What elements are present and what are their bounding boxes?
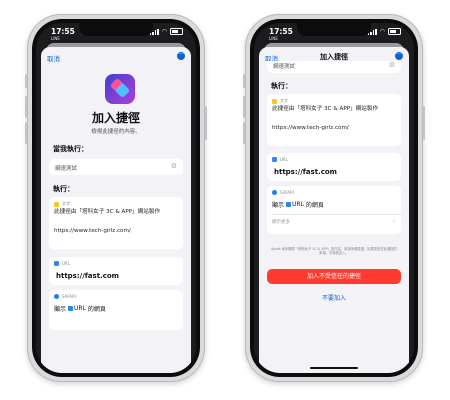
text-action-body: 此捷徑由「塔科女子 3C & APP」網站製作: [54, 209, 161, 215]
url-variable-chip[interactable]: URL: [286, 201, 304, 208]
more-icon[interactable]: ···: [395, 52, 403, 60]
safari-action-tag: SAFARI: [272, 190, 294, 195]
phone-right: 17:55 LINE ◠ 取消 加入捷徑 ··· 網速測試 ⚙ 執行： 文字 此…: [243, 14, 425, 382]
show-suffix: 的網頁: [87, 306, 106, 313]
run-label: 執行：: [53, 185, 74, 193]
show-more-button[interactable]: 顯示更多: [272, 219, 290, 225]
phone-left: 17:55 LINE ◠ 取消 ··· 加入捷徑 檢視此捷徑的內容。 當我執行：…: [25, 14, 207, 382]
more-icon[interactable]: ···: [177, 52, 185, 60]
battery-icon: [388, 28, 401, 35]
home-indicator: [310, 367, 358, 369]
show-suffix: 的網頁: [305, 202, 324, 209]
gear-icon[interactable]: ⚙: [389, 61, 395, 69]
text-action-card[interactable]: 文字 此捷徑由「塔科女子 3C & APP」網站製作 https://www.t…: [267, 94, 401, 146]
page-subtitle: 檢視此捷徑的內容。: [91, 129, 141, 135]
shortcuts-app-icon: [105, 74, 135, 104]
safari-icon: [272, 190, 277, 195]
add-shortcut-sheet: 取消 加入捷徑 ··· 網速測試 ⚙ 執行： 文字 此捷徑由「塔科女子 3C &…: [259, 47, 409, 373]
status-carrier: LINE: [51, 36, 60, 41]
status-icons: ◠: [367, 27, 401, 35]
phone-power-button: [205, 106, 207, 140]
dont-add-button[interactable]: 不要加入: [259, 293, 409, 302]
notch: [79, 23, 153, 36]
cancel-button[interactable]: 取消: [47, 53, 60, 63]
gear-icon[interactable]: ⚙: [171, 162, 177, 170]
phone-power-button: [423, 106, 425, 140]
phone-volume-up: [243, 96, 245, 118]
sheet-topbar: 取消 ···: [41, 47, 191, 63]
shortcut-name-field[interactable]: 網速測試 ⚙: [267, 61, 401, 73]
show-prefix: 顯示: [54, 306, 67, 313]
phone-side-button: [243, 74, 245, 88]
phone-side-button: [25, 74, 27, 88]
shortcut-name-value: 網速測試: [273, 64, 296, 70]
status-time: 17:55: [51, 27, 75, 36]
text-action-card[interactable]: 文字 此捷徑由「塔科女子 3C & APP」網站製作 https://www.t…: [49, 197, 183, 249]
show-prefix: 顯示: [272, 202, 285, 209]
url-value: https://fast.com: [56, 272, 119, 280]
show-webpage-row: 顯示 URL 的網頁: [54, 304, 106, 313]
text-action-tag: 文字: [54, 201, 70, 207]
show-webpage-row: 顯示 URL 的網頁: [272, 200, 324, 209]
url-value: https://fast.com: [274, 168, 337, 176]
phone-volume-up: [25, 96, 27, 118]
when-run-label: 當我執行：: [53, 145, 88, 153]
safari-action-card[interactable]: SAFARI 顯示 URL 的網頁: [49, 290, 183, 330]
url-action-card[interactable]: URL https://fast.com: [267, 153, 401, 181]
safari-action-tag: SAFARI: [54, 294, 76, 299]
chevron-right-icon: ›: [392, 218, 395, 225]
screen-left: 17:55 LINE ◠ 取消 ··· 加入捷徑 檢視此捷徑的內容。 當我執行：…: [36, 23, 196, 373]
status-time: 17:55: [269, 27, 293, 36]
shortcut-name-field[interactable]: 網速測試 ⚙: [49, 159, 183, 175]
url-variable-chip[interactable]: URL: [68, 305, 86, 312]
text-action-tag: 文字: [272, 98, 288, 104]
phone-volume-down: [243, 122, 245, 144]
wifi-icon: ◠: [161, 27, 167, 35]
status-carrier: LINE: [269, 36, 278, 41]
phone-bezel: 17:55 LINE ◠ 取消 加入捷徑 ··· 網速測試 ⚙ 執行： 文字 此…: [250, 19, 418, 377]
untrusted-notice: Apple 尚未審閱「塔科女子 3C & APP」的內容，來源未經驗證。如果您信…: [271, 247, 397, 256]
page-title: 加入捷徑: [91, 111, 140, 125]
text-action-body: 此捷徑由「塔科女子 3C & APP」網站製作: [272, 106, 379, 112]
url-action-card[interactable]: URL https://fast.com: [49, 257, 183, 285]
url-action-tag: URL: [54, 261, 70, 266]
battery-icon: [170, 28, 183, 35]
text-action-url: https://www.tech-girlz.com/: [272, 125, 349, 131]
url-action-tag: URL: [272, 157, 288, 162]
notch: [297, 23, 371, 36]
phone-bezel: 17:55 LINE ◠ 取消 ··· 加入捷徑 檢視此捷徑的內容。 當我執行：…: [32, 19, 200, 377]
shortcut-name-value: 網速測試: [55, 166, 78, 172]
screen-right: 17:55 LINE ◠ 取消 加入捷徑 ··· 網速測試 ⚙ 執行： 文字 此…: [254, 23, 414, 373]
safari-action-card[interactable]: SAFARI 顯示 URL 的網頁 顯示更多 ›: [267, 186, 401, 234]
phone-volume-down: [25, 122, 27, 144]
divider: [272, 214, 401, 215]
text-icon: [54, 201, 59, 207]
text-action-url: https://www.tech-girlz.com/: [54, 228, 131, 234]
run-label: 執行：: [271, 82, 292, 90]
link-icon: [54, 261, 59, 266]
add-untrusted-shortcut-button[interactable]: 加入不受信任的捷徑: [267, 269, 401, 284]
link-icon: [272, 157, 277, 162]
sheet-topbar: 取消 加入捷徑 ···: [259, 47, 409, 63]
status-icons: ◠: [149, 27, 183, 35]
wifi-icon: ◠: [379, 27, 385, 35]
safari-icon: [54, 294, 59, 299]
text-icon: [272, 98, 277, 104]
add-shortcut-sheet: 取消 ··· 加入捷徑 檢視此捷徑的內容。 當我執行： 網速測試 ⚙ 執行： 文…: [41, 47, 191, 373]
